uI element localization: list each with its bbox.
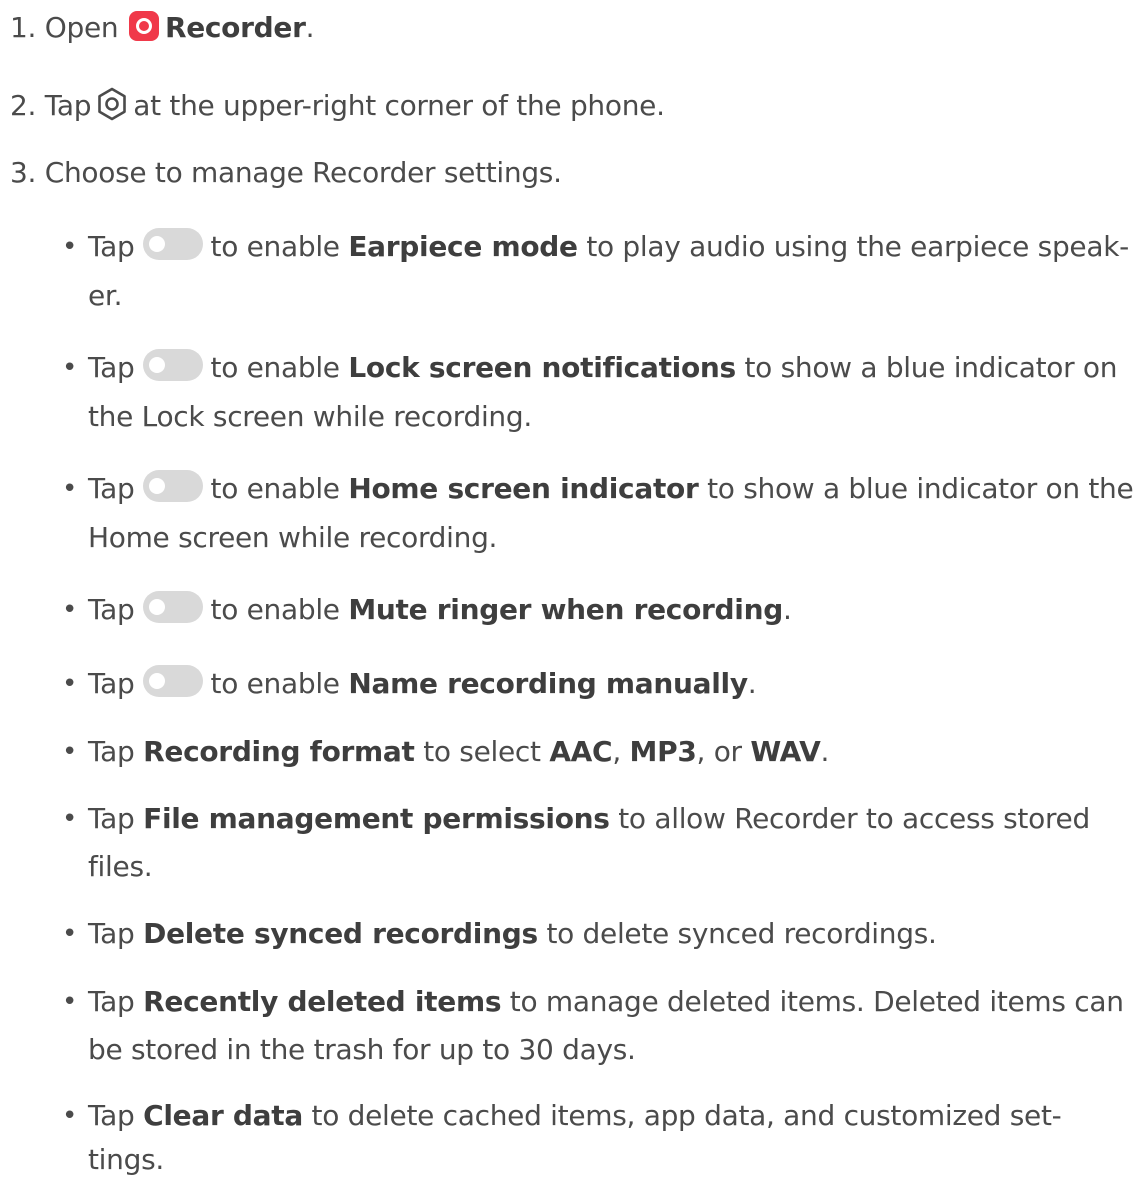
tap-word: Tap — [88, 230, 135, 263]
step-3: 3. Choose to manage Recorder settings. — [10, 153, 562, 193]
step-number: 1. — [10, 11, 37, 44]
text: to enable — [210, 667, 341, 700]
tap-word: Tap — [88, 593, 135, 626]
text: be stored in the trash for up to 30 days… — [88, 1033, 636, 1066]
text: to enable — [210, 230, 341, 263]
text: to allow Recorder to access stored — [618, 802, 1090, 835]
text: files. — [88, 850, 153, 883]
bullet-dot: • — [62, 669, 78, 699]
step-text-rest: at the upper-right corner of the phone. — [133, 89, 665, 122]
step-2: 2. Tap at the upper-right corner of the p… — [10, 86, 665, 126]
recorder-app-icon — [128, 11, 159, 41]
setting-name: Clear data — [143, 1099, 303, 1132]
bullet-name-recording-manually: • Tap to enable Name recording manually. — [62, 664, 757, 704]
punctuation: . — [747, 667, 757, 700]
bullet-dot: • — [62, 353, 78, 383]
text: the Lock screen while recording. — [88, 400, 532, 433]
format-option-mp3: MP3 — [629, 735, 697, 768]
format-option-aac: AAC — [549, 735, 613, 768]
setting-name: Delete synced recordings — [143, 917, 538, 950]
step-text: Choose to manage Recorder settings. — [44, 156, 562, 189]
text: to select — [423, 735, 541, 768]
toggle-switch-off-icon — [142, 470, 203, 502]
bullet-dot: • — [62, 474, 78, 504]
tap-word: Tap — [88, 802, 135, 835]
step-text: Open — [44, 11, 119, 44]
app-name: Recorder — [164, 11, 306, 44]
setting-name: Earpiece mode — [348, 230, 578, 263]
tap-word: Tap — [88, 667, 135, 700]
bullet-continuation: the Lock screen while recording. — [88, 397, 532, 437]
bullet-mute-ringer: • Tap to enable Mute ringer when recordin… — [62, 590, 792, 630]
bullet-continuation: files. — [88, 847, 153, 887]
bullet-lock-screen-notifications: • Tap to enable Lock screen notifications… — [62, 348, 1118, 388]
setting-name: Mute ringer when recording — [348, 593, 783, 626]
toggle-switch-off-icon — [142, 349, 203, 381]
text: to show a blue indicator on the — [707, 472, 1134, 505]
bullet-dot: • — [62, 987, 78, 1017]
toggle-switch-off-icon — [142, 665, 203, 697]
step-text: Tap — [44, 89, 92, 122]
bullet-dot: • — [62, 919, 78, 949]
text: to play audio using the earpiece speak- — [586, 230, 1129, 263]
toggle-switch-off-icon — [142, 228, 203, 260]
setting-name: Name recording manually — [348, 667, 748, 700]
punctuation: , — [612, 735, 621, 768]
text: to delete cached items, app data, and cu… — [311, 1099, 1062, 1132]
setting-name: File management permissions — [143, 802, 610, 835]
bullet-delete-synced-recordings: • Tap Delete synced recordings to delete… — [62, 914, 937, 954]
settings-gear-icon — [95, 87, 129, 132]
step-number: 3. — [10, 156, 37, 189]
setting-name: Home screen indicator — [348, 472, 699, 505]
bullet-dot: • — [62, 232, 78, 262]
format-option-wav: WAV — [750, 735, 821, 768]
step-number: 2. — [10, 89, 37, 122]
text: to enable — [210, 351, 341, 384]
bullet-continuation: Home screen while recording. — [88, 518, 497, 558]
setting-name: Lock screen notifications — [348, 351, 736, 384]
bullet-file-management-permissions: • Tap File management permissions to all… — [62, 799, 1090, 839]
text: to show a blue indicator on — [744, 351, 1118, 384]
bullet-continuation: be stored in the trash for up to 30 days… — [88, 1030, 636, 1070]
text: to enable — [210, 472, 341, 505]
bullet-recording-format: • Tap Recording format to select AAC, MP… — [62, 732, 830, 772]
tap-word: Tap — [88, 985, 135, 1018]
punctuation: . — [820, 735, 830, 768]
punctuation: . — [305, 11, 315, 44]
bullet-earpiece-mode: • Tap to enable Earpiece mode to play aud… — [62, 227, 1129, 267]
tap-word: Tap — [88, 351, 135, 384]
tap-word: Tap — [88, 917, 135, 950]
text: to manage deleted items. Deleted items c… — [509, 985, 1124, 1018]
setting-name: Recently deleted items — [143, 985, 502, 1018]
bullet-dot: • — [62, 737, 78, 767]
setting-name: Recording format — [143, 735, 415, 768]
bullet-clear-data: • Tap Clear data to delete cached items,… — [62, 1096, 1062, 1136]
bullet-continuation: tings. — [88, 1140, 164, 1180]
toggle-switch-off-icon — [142, 591, 203, 623]
text: tings. — [88, 1143, 164, 1176]
punctuation: . — [782, 593, 792, 626]
step-1: 1. Open Recorder. — [10, 8, 314, 48]
bullet-home-screen-indicator: • Tap to enable Home screen indicator to … — [62, 469, 1134, 509]
text: Home screen while recording. — [88, 521, 498, 554]
tap-word: Tap — [88, 735, 135, 768]
text: to delete synced recordings. — [546, 917, 937, 950]
text: er. — [88, 279, 123, 312]
tap-word: Tap — [88, 1099, 135, 1132]
bullet-recently-deleted-items: • Tap Recently deleted items to manage d… — [62, 982, 1124, 1022]
tap-word: Tap — [88, 472, 135, 505]
text: , or — [696, 735, 743, 768]
bullet-continuation: er. — [88, 276, 122, 316]
bullet-dot: • — [62, 1101, 78, 1131]
bullet-dot: • — [62, 595, 78, 625]
bullet-dot: • — [62, 804, 78, 834]
text: to enable — [210, 593, 341, 626]
